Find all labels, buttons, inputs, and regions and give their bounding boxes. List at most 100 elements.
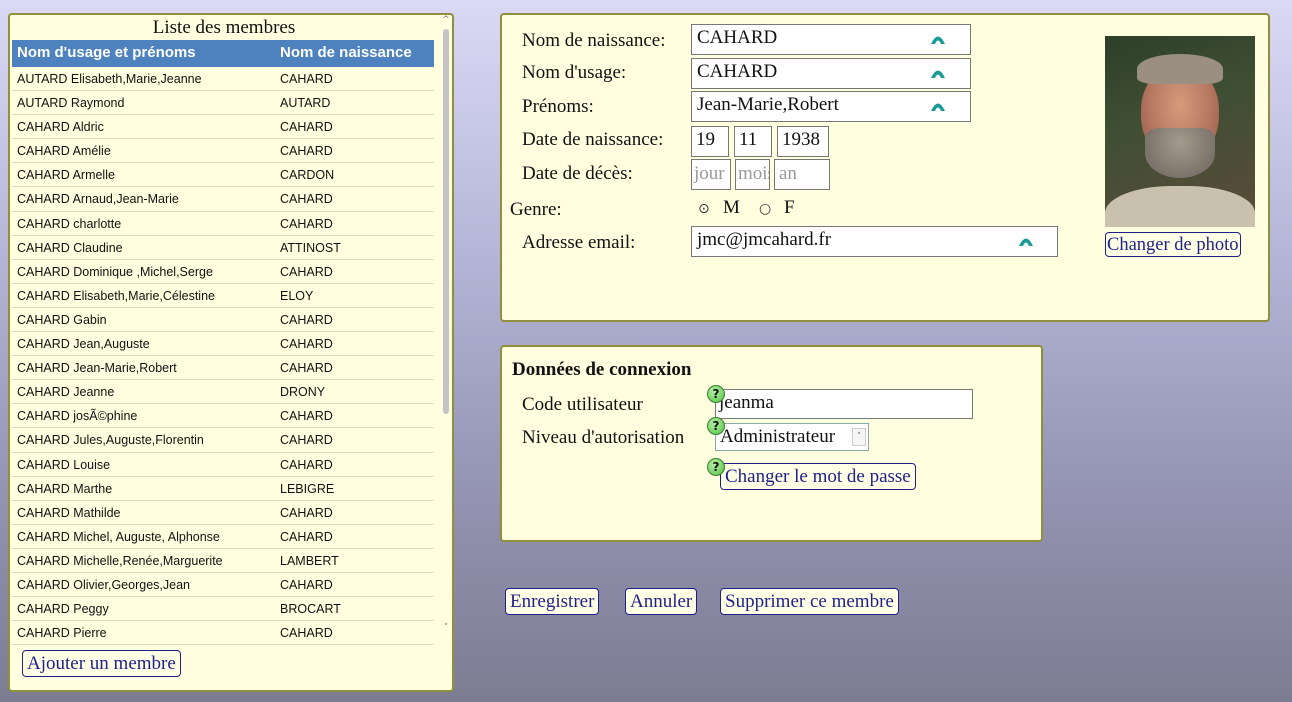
scroll-thumb[interactable] [443,29,449,414]
table-row[interactable]: CAHARD Aldric CAHARD [12,115,434,140]
row-usage-name: AUTARD Raymond [17,96,125,111]
table-row[interactable]: CAHARD Arnaud,Jean-Marie CAHARD [12,187,434,212]
member-photo [1105,36,1255,227]
column-header-usage-name[interactable]: Nom d'usage et prénoms [17,44,196,61]
user-code-label: Code utilisateur [522,394,643,415]
row-birth-name: DRONY [280,385,326,400]
members-list-scrollbar[interactable]: ^ ˅ [440,15,452,637]
table-row[interactable]: CAHARD Jean,Auguste CAHARD [12,332,434,357]
gender-label: Genre: [510,199,562,220]
row-usage-name: CAHARD Michel, Auguste, Alphonse [17,529,220,544]
row-usage-name: CAHARD Elisabeth,Marie,Célestine [17,288,215,303]
user-code-field[interactable]: jeanma [715,389,973,419]
members-list-panel: Liste des membres Nom d'usage et prénoms… [8,13,454,692]
gender-f-label[interactable]: F [784,197,795,219]
table-row[interactable]: CAHARD Marthe LEBIGRE [12,477,434,501]
teal-arch-icon[interactable] [930,67,946,79]
table-row[interactable]: CAHARD Jules,Auguste,Florentin CAHARD [12,428,434,453]
table-row[interactable]: CAHARD Louise CAHARD [12,453,434,477]
row-usage-name: CAHARD Louise [17,457,111,472]
row-birth-name: LEBIGRE [280,481,335,496]
delete-member-button[interactable]: Supprimer ce membre [720,588,899,615]
question-icon[interactable]: ? [707,385,725,403]
row-usage-name: CAHARD Mathilde [17,505,121,520]
table-row[interactable]: CAHARD Amélie CAHARD [12,139,434,164]
usage-name-field[interactable]: CAHARD [691,58,971,89]
table-row[interactable]: CAHARD josÃ©phine CAHARD [12,404,434,429]
row-birth-name: CAHARD [280,505,333,520]
email-label: Adresse email: [522,232,636,253]
row-birth-name: CAHARD [280,72,333,86]
radio-checked-icon[interactable]: ⊙ [698,201,710,217]
connection-section-title: Données de connexion [512,359,692,380]
teal-arch-icon[interactable] [930,33,946,45]
scroll-down-arrow-icon[interactable]: ˅ [440,623,452,633]
members-list-header: Nom d'usage et prénoms Nom de naissance [12,40,434,67]
death-year-field[interactable]: an [774,159,830,190]
table-row[interactable]: CAHARD Peggy BROCART [12,597,434,622]
gender-m-label[interactable]: M [723,197,740,219]
death-month-field[interactable]: mois [735,159,770,190]
row-birth-name: CAHARD [280,626,333,641]
table-row[interactable]: CAHARD Claudine ATTINOST [12,236,434,260]
row-birth-name: CAHARD [280,457,333,472]
row-usage-name: CAHARD Claudine [17,240,123,255]
members-list-body: AUTARD Elisabeth,Marie,Jeanne CAHARD AUTAR… [12,67,434,645]
question-icon[interactable]: ? [707,458,725,476]
change-password-button[interactable]: Changer le mot de passe [720,463,916,490]
teal-arch-icon[interactable] [930,100,946,112]
row-usage-name: CAHARD Michelle,Renée,Marguerite [17,553,223,568]
row-birth-name: CARDON [280,168,335,183]
table-row[interactable]: CAHARD Pierre CAHARD [12,621,434,645]
row-usage-name: CAHARD Marthe [17,481,113,496]
usage-name-value: CAHARD [697,61,778,82]
first-names-field[interactable]: Jean-Marie,Robert [691,91,971,122]
table-row[interactable]: CAHARD Jean-Marie,Robert CAHARD [12,356,434,381]
birth-month-field[interactable]: 11 [734,126,772,157]
death-day-field[interactable]: jour [691,159,731,190]
row-usage-name: CAHARD josÃ©phine [17,409,138,424]
table-row[interactable]: CAHARD Jeanne DRONY [12,380,434,405]
column-header-birth-name[interactable]: Nom de naissance [280,44,412,61]
table-row[interactable]: CAHARD Armelle CARDON [12,163,434,188]
birth-day-field[interactable]: 19 [691,126,729,157]
first-names-label: Prénoms: [522,96,594,117]
row-birth-name: CAHARD [280,264,333,279]
table-row[interactable]: CAHARD Olivier,Georges,Jean CAHARD [12,573,434,598]
row-usage-name: CAHARD Jeanne [17,385,115,400]
birth-month-value: 11 [739,129,758,150]
row-usage-name: CAHARD Amélie [17,144,111,159]
row-birth-name: CAHARD [280,216,333,231]
table-row[interactable]: CAHARD Elisabeth,Marie,Célestine ELOY [12,284,434,308]
birth-name-field[interactable]: CAHARD [691,24,971,55]
table-row[interactable]: CAHARD Gabin CAHARD [12,308,434,333]
scroll-up-arrow-icon[interactable]: ^ [440,15,452,25]
table-row[interactable]: CAHARD Dominique ,Michel,Serge CAHARD [12,260,434,284]
table-row[interactable]: AUTARD Elisabeth,Marie,Jeanne CAHARD [12,67,434,92]
row-usage-name: CAHARD Olivier,Georges,Jean [17,577,190,592]
row-birth-name: CAHARD [280,144,333,159]
auth-level-select[interactable]: Administrateur ˅ [715,423,869,451]
radio-unchecked-icon[interactable]: ○ [759,201,771,217]
row-birth-name: CAHARD [280,433,333,448]
table-row[interactable]: AUTARD Raymond AUTARD [12,91,434,116]
question-icon[interactable]: ? [707,417,725,435]
death-day-placeholder: jour [694,163,725,184]
table-row[interactable]: CAHARD Michelle,Renée,Marguerite LAMBERT [12,549,434,573]
chevron-down-icon[interactable]: ˅ [852,428,866,446]
birth-day-value: 19 [696,129,715,150]
row-usage-name: CAHARD Jean-Marie,Robert [17,361,177,376]
email-field[interactable]: jmc@jmcahard.fr [691,226,1058,257]
add-member-button[interactable]: Ajouter un membre [22,650,181,677]
row-usage-name: CAHARD Arnaud,Jean-Marie [17,192,179,207]
row-birth-name: ELOY [280,288,314,303]
save-button[interactable]: Enregistrer [505,588,600,615]
table-row[interactable]: CAHARD Michel, Auguste, Alphonse CAHARD [12,525,434,549]
table-row[interactable]: CAHARD charlotte CAHARD [12,212,434,236]
cancel-button[interactable]: Annuler [625,588,698,615]
birth-year-field[interactable]: 1938 [777,126,829,157]
change-photo-button[interactable]: Changer de photo [1105,232,1241,257]
table-row[interactable]: CAHARD Mathilde CAHARD [12,501,434,525]
death-month-placeholder: mois [738,163,769,184]
teal-arch-icon[interactable] [1018,235,1034,247]
